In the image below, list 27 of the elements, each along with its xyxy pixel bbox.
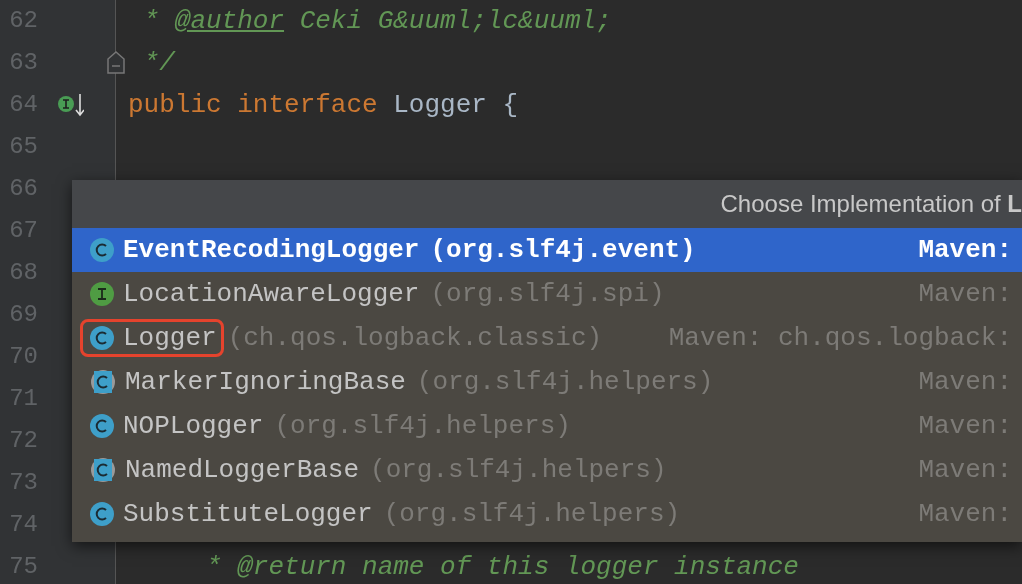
class-name: SubstituteLogger [123,497,373,531]
fold-icon[interactable] [106,51,126,75]
class-name: LocationAwareLogger [123,277,420,311]
class-icon [89,501,115,527]
package-name: (org.slf4j.event) [430,233,696,267]
abstract-class-icon [89,457,117,483]
class-icon [89,325,115,351]
class-name: NamedLoggerBase [125,453,360,487]
implemented-marker-icon[interactable] [56,92,84,118]
popup-title: Choose Implementation of L [720,189,1022,219]
implementation-row[interactable]: EventRecodingLogger (org.slf4j.event) Maven: [72,228,1022,272]
abstract-class-icon [89,369,117,395]
code-comment: * [142,6,161,36]
class-name: NOPLogger [123,409,264,443]
class-icon [89,237,115,263]
class-name: Logger [123,321,217,355]
interface-icon [89,281,115,307]
code-text: Logger { [393,90,519,120]
code-keyword: public interface [128,90,379,120]
code-comment: * @return name of this logger instance [205,552,799,582]
code-comment: Ceki G&uuml;lc&uuml; [298,6,612,36]
library-source: Maven: [917,233,1012,267]
class-name: EventRecodingLogger [123,233,420,267]
doc-tag: @author [174,6,285,36]
code-comment: */ [142,48,175,78]
class-icon [89,413,115,439]
class-name: MarkerIgnoringBase [125,365,406,399]
